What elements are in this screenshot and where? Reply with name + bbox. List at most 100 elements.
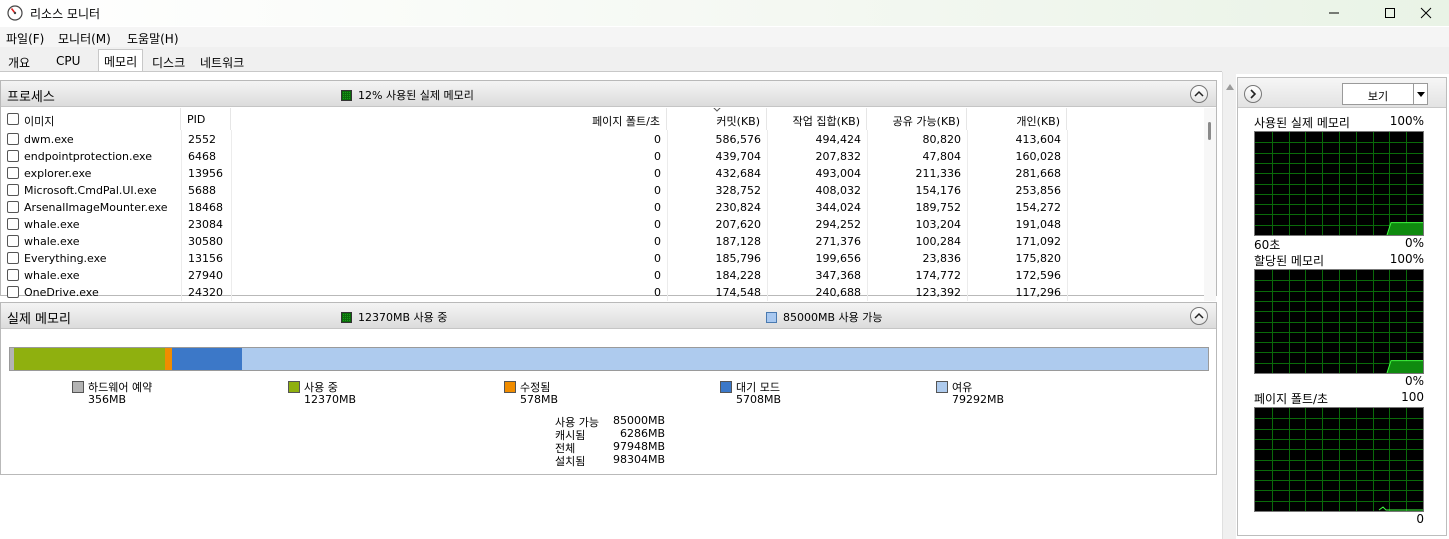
row-checkbox[interactable] — [7, 167, 19, 179]
resource-monitor-icon — [7, 5, 23, 21]
table-cell: whale.exe — [24, 269, 80, 282]
row-checkbox[interactable] — [7, 133, 19, 145]
graph-title: 사용된 실제 메모리 — [1254, 116, 1350, 130]
physical-memory-header[interactable]: 실제 메모리 12370MB 사용 중 85000MB 사용 가능 — [1, 303, 1216, 329]
table-cell: 0 — [654, 150, 661, 163]
table-row[interactable]: endpointprotection.exe 6468 0 439,704 207,83… — [1, 148, 1204, 165]
table-cell: 100,284 — [915, 235, 962, 248]
available-indicator-icon — [766, 311, 777, 323]
table-cell: 5688 — [188, 184, 216, 197]
table-cell: 189,752 — [915, 201, 962, 214]
table-cell: endpointprotection.exe — [24, 150, 152, 163]
table-cell: 0 — [654, 201, 661, 214]
table-cell: 13156 — [188, 252, 223, 265]
table-cell: 23,836 — [922, 252, 962, 265]
table-row[interactable]: explorer.exe 13956 0 432,684 493,004 211,336 2… — [1, 165, 1204, 182]
menu-monitor[interactable]: 모니터(M) — [58, 30, 111, 47]
graph-series-fill — [1387, 222, 1423, 235]
legend-swatch-icon — [504, 381, 516, 393]
close-button[interactable] — [1403, 0, 1449, 26]
table-cell: 328,752 — [715, 184, 762, 197]
collapse-processes-button[interactable] — [1190, 85, 1208, 103]
toggle-graphs-button[interactable] — [1244, 85, 1262, 103]
table-row[interactable]: ArsenalImageMounter.exe 18468 0 230,824 344,… — [1, 199, 1204, 216]
dropdown-arrow-icon[interactable] — [1413, 84, 1428, 104]
table-cell: ArsenalImageMounter.exe — [24, 201, 168, 214]
table-cell: 0 — [654, 184, 661, 197]
table-row[interactable]: OneDrive.exe 24320 0 174,548 240,688 123,392 1… — [1, 284, 1204, 301]
column-header-commit[interactable]: 커밋(KB) — [667, 108, 767, 130]
table-cell: 80,820 — [922, 133, 962, 146]
column-header-image[interactable]: 이미지 — [1, 108, 181, 130]
process-scrollbar-thumb[interactable] — [1208, 122, 1211, 140]
table-cell: 199,656 — [815, 252, 862, 265]
tab-cpu[interactable]: CPU — [51, 52, 85, 72]
row-checkbox[interactable] — [7, 218, 19, 230]
row-checkbox[interactable] — [7, 252, 19, 264]
graph-max-label: 100 — [1401, 390, 1424, 404]
processes-section: 프로세스 12% 사용된 실제 메모리 이미지 PID 페이지 폴트/초 커밋(… — [0, 80, 1217, 301]
summary-installed: 설치됨 98304MB — [555, 453, 665, 468]
table-cell: 207,832 — [815, 150, 862, 163]
table-cell: 174,772 — [915, 269, 962, 282]
tab-network[interactable]: 네트워크 — [195, 52, 249, 72]
process-table: 이미지 PID 페이지 폴트/초 커밋(KB) 작업 집합(KB) 공유 가능(… — [1, 108, 1204, 301]
table-cell: 191,048 — [1015, 218, 1062, 231]
table-cell: 294,252 — [815, 218, 862, 231]
table-cell: 281,668 — [1015, 167, 1062, 180]
graphs-toolbar: 보기 — [1238, 78, 1446, 108]
table-row[interactable]: whale.exe 27940 0 184,228 347,368 174,772 172,… — [1, 267, 1204, 284]
table-cell: 347,368 — [815, 269, 862, 282]
processes-header[interactable]: 프로세스 12% 사용된 실제 메모리 — [1, 81, 1216, 107]
table-row[interactable]: whale.exe 30580 0 187,128 271,376 100,284 171,… — [1, 233, 1204, 250]
graph-physical-memory: 사용된 실제 메모리 100% 60초 0% — [1250, 114, 1424, 252]
table-cell: 160,028 — [1015, 150, 1062, 163]
table-cell: 175,820 — [1015, 252, 1062, 265]
menu-file[interactable]: 파일(F) — [6, 30, 44, 47]
tab-disk[interactable]: 디스크 — [147, 52, 190, 72]
menu-help[interactable]: 도움말(H) — [127, 30, 179, 47]
row-checkbox[interactable] — [7, 184, 19, 196]
table-cell: 344,024 — [815, 201, 862, 214]
row-checkbox[interactable] — [7, 150, 19, 162]
memory-bar-segment — [14, 348, 166, 370]
row-checkbox[interactable] — [7, 235, 19, 247]
process-scrollbar[interactable] — [1204, 108, 1216, 301]
table-cell: 24320 — [188, 286, 223, 299]
table-cell: 271,376 — [815, 235, 862, 248]
memory-available-stat: 85000MB 사용 가능 — [766, 309, 883, 325]
minimize-button[interactable] — [1311, 0, 1357, 26]
graph-max-label: 100% — [1389, 252, 1424, 266]
legend-value: 356MB — [88, 393, 127, 406]
table-cell: 154,272 — [1015, 201, 1062, 214]
pane-splitter[interactable] — [1222, 72, 1236, 539]
select-all-checkbox[interactable] — [7, 113, 19, 125]
collapse-physical-memory-button[interactable] — [1190, 307, 1208, 325]
row-checkbox[interactable] — [7, 286, 19, 298]
table-row[interactable]: Microsoft.CmdPal.UI.exe 5688 0 328,752 408,0… — [1, 182, 1204, 199]
tab-strip: 개요 CPU 메모리 디스크 네트워크 — [0, 47, 1449, 74]
table-cell: whale.exe — [24, 218, 80, 231]
view-dropdown[interactable]: 보기 — [1342, 83, 1428, 105]
table-row[interactable]: whale.exe 23084 0 207,620 294,252 103,204 191,… — [1, 216, 1204, 233]
table-row[interactable]: Everything.exe 13156 0 185,796 199,656 23,836… — [1, 250, 1204, 267]
column-header-shareable[interactable]: 공유 가능(KB) — [867, 108, 967, 130]
graph-series-fill — [1387, 360, 1423, 373]
memory-bar-segment — [165, 348, 173, 370]
table-row[interactable]: dwm.exe 2552 0 586,576 494,424 80,820 413,604 — [1, 131, 1204, 148]
close-icon — [1420, 7, 1432, 19]
row-checkbox[interactable] — [7, 269, 19, 281]
tab-overview[interactable]: 개요 — [3, 52, 35, 72]
graph-max-label: 100% — [1389, 114, 1424, 128]
table-cell: 23084 — [188, 218, 223, 231]
table-cell: 0 — [654, 218, 661, 231]
table-cell: 0 — [654, 133, 661, 146]
tab-memory[interactable]: 메모리 — [98, 49, 144, 72]
column-header-working-set[interactable]: 작업 집합(KB) — [767, 108, 867, 130]
graph-min-label: 0% — [1404, 374, 1424, 388]
column-header-page-faults[interactable]: 페이지 폴트/초 — [231, 108, 667, 130]
row-checkbox[interactable] — [7, 201, 19, 213]
column-header-private[interactable]: 개인(KB) — [967, 108, 1067, 130]
graph-min-label: 0 — [1416, 512, 1424, 526]
column-header-pid[interactable]: PID — [181, 108, 231, 130]
